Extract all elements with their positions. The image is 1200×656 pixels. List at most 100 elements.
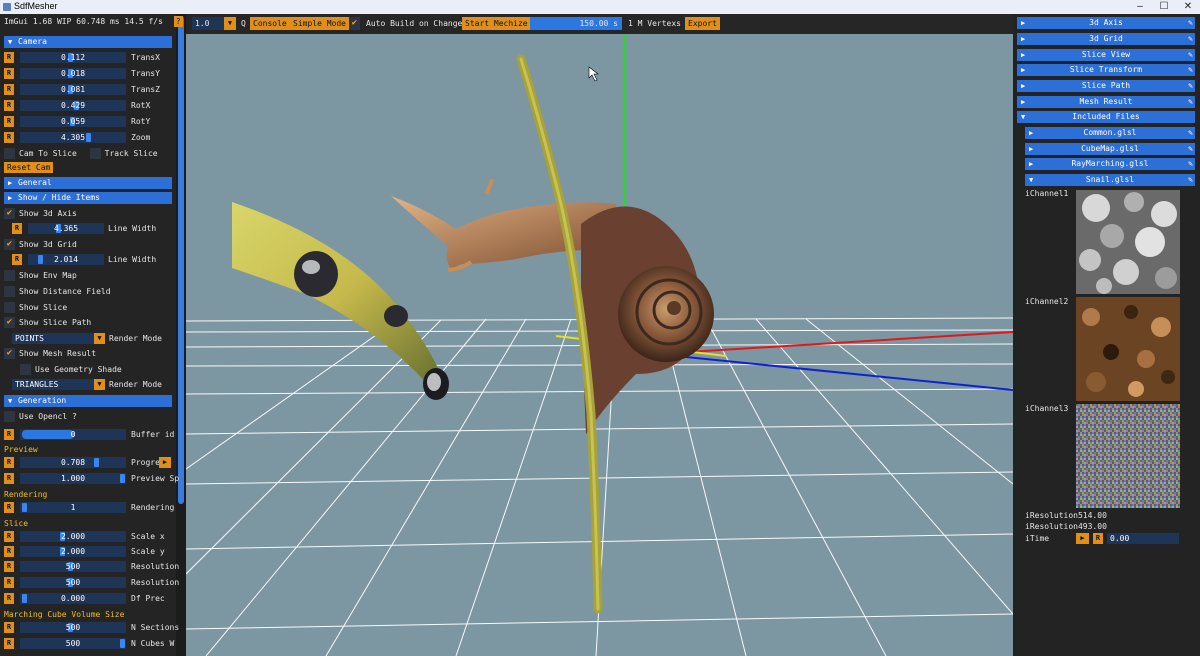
edit-icon: ✎ <box>1188 144 1193 153</box>
export-button[interactable]: Export <box>685 17 720 30</box>
reset-button[interactable]: R <box>4 52 14 63</box>
use-opencl-checkbox[interactable] <box>4 411 15 422</box>
reset-time-button[interactable]: R <box>1093 533 1103 544</box>
reset-button[interactable]: R <box>4 577 14 588</box>
file-raymarching[interactable]: ▶ RayMarching.glsl ✎ <box>1025 158 1195 170</box>
section-included-files[interactable]: ▼ Included Files <box>1017 111 1195 123</box>
3d-viewport[interactable] <box>186 14 1013 656</box>
transy-slider[interactable]: 0.018 <box>20 68 126 79</box>
reset-button[interactable]: R <box>4 473 14 484</box>
rendering-slider[interactable]: 1 <box>20 502 126 513</box>
resolution-x-row: R 500 Resolution <box>4 561 179 573</box>
reset-button[interactable]: R <box>4 622 14 633</box>
resolution-y-slider[interactable]: 500 <box>20 577 126 588</box>
app-icon <box>3 3 11 11</box>
close-icon[interactable]: ✕ <box>1176 0 1200 14</box>
scale-y-slider[interactable]: 2.000 <box>20 546 126 557</box>
resolution-y-row: R 500 Resolution <box>4 577 179 589</box>
reset-button[interactable]: R <box>4 561 14 572</box>
show-hide-header[interactable]: ▶ Show / Hide Items <box>4 192 172 204</box>
simple-mode-button[interactable]: Simple Mode <box>290 17 349 30</box>
title-bar: SdfMesher – ☐ ✕ <box>0 0 1200 14</box>
right-panel: ▶ 3d Axis ✎ ▶ 3d Grid ✎ ▶ Slice View ✎ ▶ Slice … <box>1013 14 1200 656</box>
progress-slider[interactable]: 0.708 <box>20 457 126 468</box>
reset-button[interactable]: R <box>12 223 22 234</box>
show-distance-field-checkbox[interactable] <box>4 286 15 297</box>
reset-button[interactable]: R <box>12 254 22 265</box>
reset-button[interactable]: R <box>4 638 14 649</box>
section-mesh-result[interactable]: ▶ Mesh Result ✎ <box>1017 96 1195 108</box>
help-button[interactable]: ? <box>173 16 183 27</box>
console-button[interactable]: Console <box>250 17 290 30</box>
reset-button[interactable]: R <box>4 429 14 440</box>
edit-icon: ✎ <box>1188 50 1193 59</box>
triangles-render-mode-select[interactable]: TRIANGLES ▼ <box>12 379 105 390</box>
left-scrollbar[interactable] <box>176 14 186 656</box>
show-mesh-result-checkbox[interactable]: ✔ <box>4 348 15 359</box>
grid-width-slider[interactable]: 2.014 <box>28 254 104 265</box>
itime-field[interactable]: 0.00 <box>1107 533 1179 544</box>
reset-button[interactable]: R <box>4 68 14 79</box>
reset-cam-button[interactable]: Reset Cam <box>4 162 54 173</box>
collapse-right-icon: ▶ <box>1021 51 1026 59</box>
show-3d-axis-checkbox[interactable]: ✔ <box>4 208 15 219</box>
section-slice-path[interactable]: ▶ Slice Path ✎ <box>1017 80 1195 92</box>
start-mechize-button[interactable]: Start Mechize <box>462 17 531 30</box>
ichannel3-texture[interactable] <box>1076 404 1180 508</box>
reset-button[interactable]: R <box>4 502 14 513</box>
show-3d-grid-checkbox[interactable]: ✔ <box>4 239 15 250</box>
roty-slider[interactable]: 0.059 <box>20 116 126 127</box>
minimize-icon[interactable]: – <box>1128 0 1152 14</box>
show-slice-checkbox[interactable] <box>4 302 15 313</box>
file-cubemap[interactable]: ▶ CubeMap.glsl ✎ <box>1025 143 1195 155</box>
buffer-id-slider[interactable]: 0 <box>20 429 126 440</box>
reset-button[interactable]: R <box>4 100 14 111</box>
scale-x-slider[interactable]: 2.000 <box>20 531 126 542</box>
section-3d-axis[interactable]: ▶ 3d Axis ✎ <box>1017 17 1195 29</box>
zoom-slider[interactable]: 4.305 <box>20 132 126 143</box>
reset-button[interactable]: R <box>4 116 14 127</box>
maximize-icon[interactable]: ☐ <box>1152 0 1176 14</box>
track-slice-checkbox[interactable] <box>89 148 101 159</box>
rotx-slider[interactable]: 0.429 <box>20 100 126 111</box>
n-cubes-slider[interactable]: 500 <box>20 638 126 649</box>
ichannel2-texture[interactable] <box>1076 297 1180 401</box>
show-env-map-checkbox[interactable] <box>4 270 15 281</box>
cam-to-slice-checkbox[interactable] <box>4 148 15 159</box>
use-geometry-shade-checkbox[interactable] <box>20 364 31 375</box>
ichannel1-texture[interactable] <box>1076 190 1180 294</box>
generation-header[interactable]: ▼ Generation <box>4 395 172 407</box>
axis-width-slider[interactable]: 4.365 <box>28 223 104 234</box>
scale-dropdown-icon[interactable]: ▼ <box>224 17 236 30</box>
file-snail[interactable]: ▼ Snail.glsl ✎ <box>1025 174 1195 186</box>
ichannel2-label: iChannel2 <box>1025 297 1069 306</box>
collapse-right-icon: ▶ <box>1029 129 1034 137</box>
transx-slider[interactable]: 0.112 <box>20 52 126 63</box>
reset-button[interactable]: R <box>4 457 14 468</box>
reset-button[interactable]: R <box>4 84 14 95</box>
df-prec-slider[interactable]: 0.000 <box>20 593 126 604</box>
reset-button[interactable]: R <box>4 546 14 557</box>
rendering-title: Rendering <box>4 490 48 499</box>
play-icon[interactable]: ▶ <box>159 457 171 468</box>
section-3d-grid[interactable]: ▶ 3d Grid ✎ <box>1017 33 1195 45</box>
section-slice-view[interactable]: ▶ Slice View ✎ <box>1017 49 1195 61</box>
reset-button[interactable]: R <box>4 531 14 542</box>
play-icon[interactable]: ▶ <box>1076 533 1089 544</box>
scale-field[interactable]: 1.0 <box>192 17 224 30</box>
show-slice-path-checkbox[interactable]: ✔ <box>4 317 15 328</box>
transz-slider[interactable]: 0.081 <box>20 84 126 95</box>
n-sections-slider[interactable]: 500 <box>20 622 126 633</box>
section-slice-transform[interactable]: ▶ Slice Transform ✎ <box>1017 64 1195 76</box>
preview-speed-slider[interactable]: 1.000 <box>20 473 126 484</box>
reset-button[interactable]: R <box>4 132 14 143</box>
reset-button[interactable]: R <box>4 593 14 604</box>
show-mesh-result-row: ✔ Show Mesh Result <box>4 348 96 360</box>
auto-build-checkbox[interactable]: ✔ <box>349 17 360 30</box>
general-header[interactable]: ▶ General <box>4 177 172 189</box>
preview-speed-row: R 1.000 Preview Sp <box>4 473 179 485</box>
camera-header[interactable]: ▼ Camera <box>4 36 172 48</box>
resolution-x-slider[interactable]: 500 <box>20 561 126 572</box>
points-render-mode-select[interactable]: POINTS ▼ <box>12 333 105 344</box>
file-common[interactable]: ▶ Common.glsl ✎ <box>1025 127 1195 139</box>
